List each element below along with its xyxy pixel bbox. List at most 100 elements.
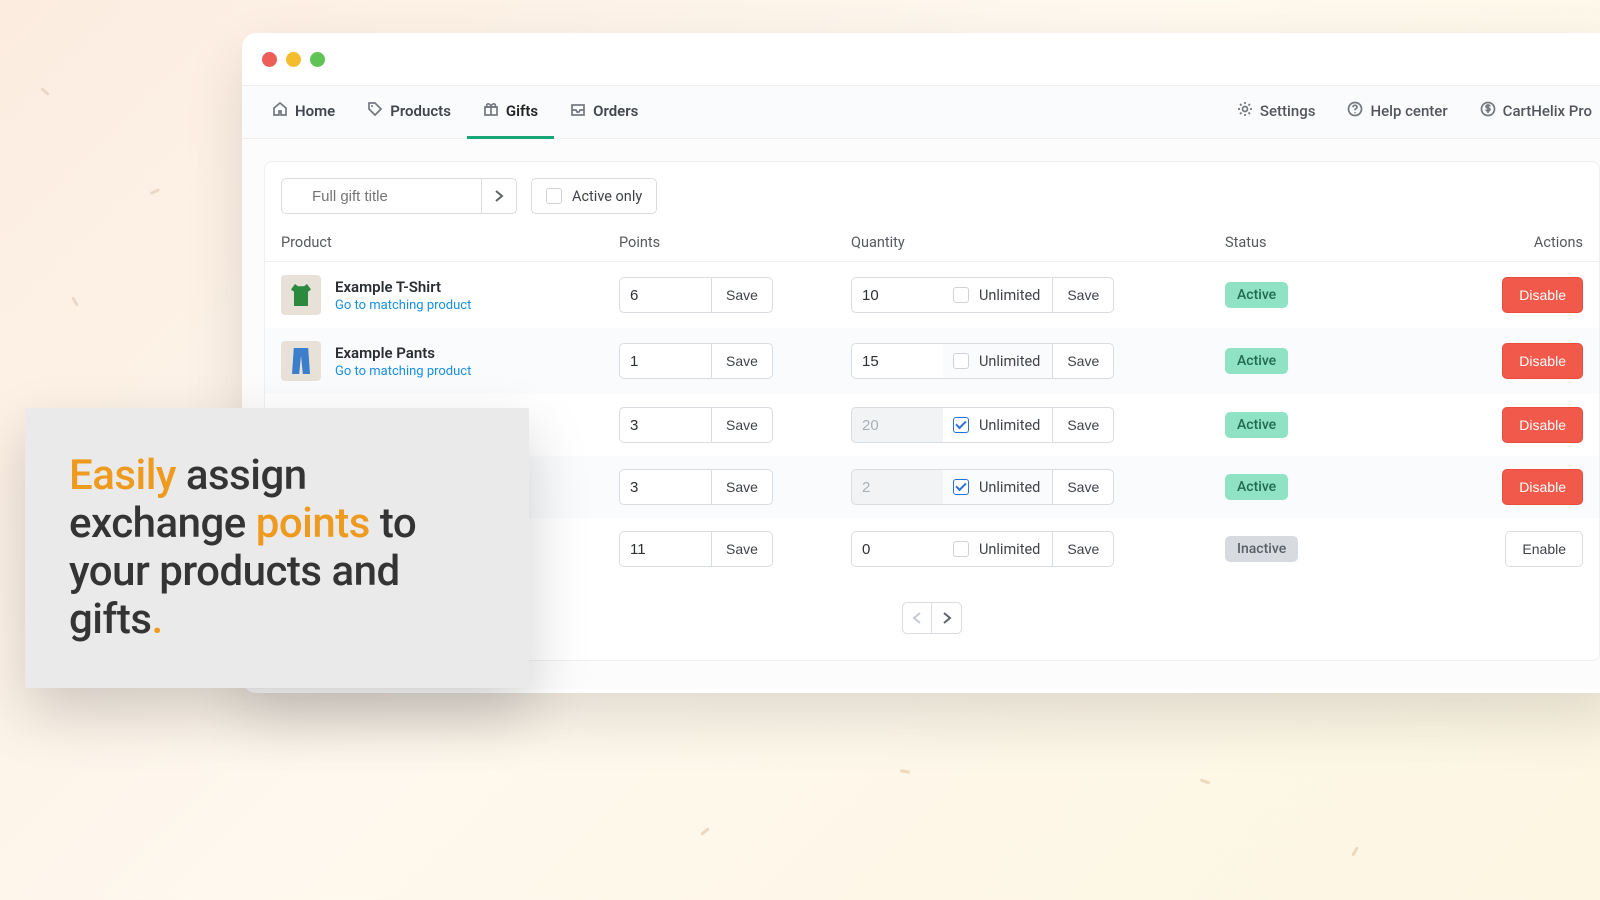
table-row: Example Pants Go to matching product Save U… xyxy=(265,328,1599,394)
quantity-save-button[interactable]: Save xyxy=(1052,469,1114,505)
gear-icon xyxy=(1237,101,1253,121)
go-to-product-link[interactable]: Go to matching product xyxy=(335,298,471,313)
points-save-button[interactable]: Save xyxy=(711,531,773,567)
search-input[interactable] xyxy=(281,178,481,214)
page-prev[interactable] xyxy=(902,602,932,634)
quantity-save-button[interactable]: Save xyxy=(1052,531,1114,567)
unlimited-toggle[interactable]: Unlimited xyxy=(943,531,1052,567)
unlimited-toggle[interactable]: Unlimited xyxy=(943,407,1052,443)
unlimited-label: Unlimited xyxy=(979,541,1040,558)
tag-icon xyxy=(367,101,383,121)
col-header-actions: Actions xyxy=(1373,234,1583,251)
nav-right: Settings Help center CartHelix Pro xyxy=(1221,86,1600,138)
points-save-button[interactable]: Save xyxy=(711,407,773,443)
nav-gifts-label: Gifts xyxy=(506,102,538,120)
quantity-input[interactable] xyxy=(851,407,943,443)
nav-products[interactable]: Products xyxy=(351,86,467,139)
disable-button[interactable]: Disable xyxy=(1502,343,1583,379)
col-header-quantity: Quantity xyxy=(851,234,1225,251)
active-only-label: Active only xyxy=(572,188,642,205)
window-minimize[interactable] xyxy=(286,52,301,67)
points-input[interactable] xyxy=(619,343,711,379)
quantity-save-button[interactable]: Save xyxy=(1052,407,1114,443)
product-thumb xyxy=(281,275,321,315)
unlimited-label: Unlimited xyxy=(979,287,1040,304)
nav-settings-label: Settings xyxy=(1260,102,1316,120)
status-badge: Active xyxy=(1225,412,1288,438)
nav-orders[interactable]: Orders xyxy=(554,86,654,139)
nav-orders-label: Orders xyxy=(593,102,638,120)
window-close[interactable] xyxy=(262,52,277,67)
nav-products-label: Products xyxy=(390,102,451,120)
points-save-button[interactable]: Save xyxy=(711,277,773,313)
status-badge: Active xyxy=(1225,282,1288,308)
unlimited-toggle[interactable]: Unlimited xyxy=(943,469,1052,505)
search-submit[interactable] xyxy=(481,178,517,214)
window-zoom[interactable] xyxy=(310,52,325,67)
col-header-points: Points xyxy=(619,234,851,251)
points-input[interactable] xyxy=(619,407,711,443)
search-group xyxy=(281,178,517,214)
unlimited-label: Unlimited xyxy=(979,479,1040,496)
status-badge: Inactive xyxy=(1225,536,1298,562)
disable-button[interactable]: Disable xyxy=(1502,277,1583,313)
nav-help-center-label: Help center xyxy=(1370,102,1447,120)
inbox-icon xyxy=(570,101,586,121)
callout-text: Easily assign exchange points to your pr… xyxy=(69,452,489,644)
points-input[interactable] xyxy=(619,531,711,567)
quantity-save-button[interactable]: Save xyxy=(1052,277,1114,313)
points-input[interactable] xyxy=(619,277,711,313)
checkbox-icon xyxy=(953,417,969,433)
chevron-left-icon xyxy=(912,611,922,625)
disable-button[interactable]: Disable xyxy=(1502,469,1583,505)
filters-bar: Active only xyxy=(265,178,1599,228)
help-icon xyxy=(1347,101,1363,121)
nav-home-label: Home xyxy=(295,102,335,120)
checkbox-icon xyxy=(953,353,969,369)
status-badge: Active xyxy=(1225,348,1288,374)
disable-button[interactable]: Disable xyxy=(1502,407,1583,443)
nav-settings[interactable]: Settings xyxy=(1221,86,1332,139)
product-thumb xyxy=(281,341,321,381)
product-title: Example T-Shirt xyxy=(335,278,471,296)
active-only-toggle[interactable]: Active only xyxy=(531,178,657,214)
points-input[interactable] xyxy=(619,469,711,505)
nav-home[interactable]: Home xyxy=(256,86,351,139)
gift-icon xyxy=(483,101,499,121)
chevron-right-icon xyxy=(942,611,952,625)
unlimited-toggle[interactable]: Unlimited xyxy=(943,277,1052,313)
quantity-input[interactable] xyxy=(851,277,943,313)
unlimited-label: Unlimited xyxy=(979,417,1040,434)
unlimited-toggle[interactable]: Unlimited xyxy=(943,343,1052,379)
nav-upgrade-label: CartHelix Pro xyxy=(1503,102,1592,120)
enable-button[interactable]: Enable xyxy=(1505,531,1583,567)
checkbox-icon xyxy=(953,287,969,303)
unlimited-label: Unlimited xyxy=(979,353,1040,370)
quantity-input[interactable] xyxy=(851,343,943,379)
table-row: Example T-Shirt Go to matching product Sav… xyxy=(265,262,1599,328)
status-badge: Active xyxy=(1225,474,1288,500)
product-cell: Example T-Shirt Go to matching product xyxy=(281,275,619,315)
nav-help-center[interactable]: Help center xyxy=(1331,86,1463,139)
nav-gifts[interactable]: Gifts xyxy=(467,86,554,139)
chevron-right-icon xyxy=(494,189,504,203)
go-to-product-link[interactable]: Go to matching product xyxy=(335,364,471,379)
quantity-input[interactable] xyxy=(851,531,943,567)
col-header-product: Product xyxy=(281,234,619,251)
checkbox-icon xyxy=(953,479,969,495)
quantity-save-button[interactable]: Save xyxy=(1052,343,1114,379)
navbar: Home Products Gifts Orders Settings Help cen… xyxy=(242,85,1600,139)
quantity-input[interactable] xyxy=(851,469,943,505)
dollar-icon xyxy=(1480,101,1496,121)
table-header: Product Points Quantity Status Actions xyxy=(265,228,1599,262)
product-title: Example Pants xyxy=(335,344,471,362)
col-header-status: Status xyxy=(1225,234,1373,251)
checkbox-icon xyxy=(546,188,562,204)
checkbox-icon xyxy=(953,541,969,557)
nav-upgrade[interactable]: CartHelix Pro xyxy=(1464,86,1600,139)
points-save-button[interactable]: Save xyxy=(711,469,773,505)
page-next[interactable] xyxy=(932,602,962,634)
nav-left: Home Products Gifts Orders xyxy=(256,86,654,138)
points-save-button[interactable]: Save xyxy=(711,343,773,379)
product-cell: Example Pants Go to matching product xyxy=(281,341,619,381)
